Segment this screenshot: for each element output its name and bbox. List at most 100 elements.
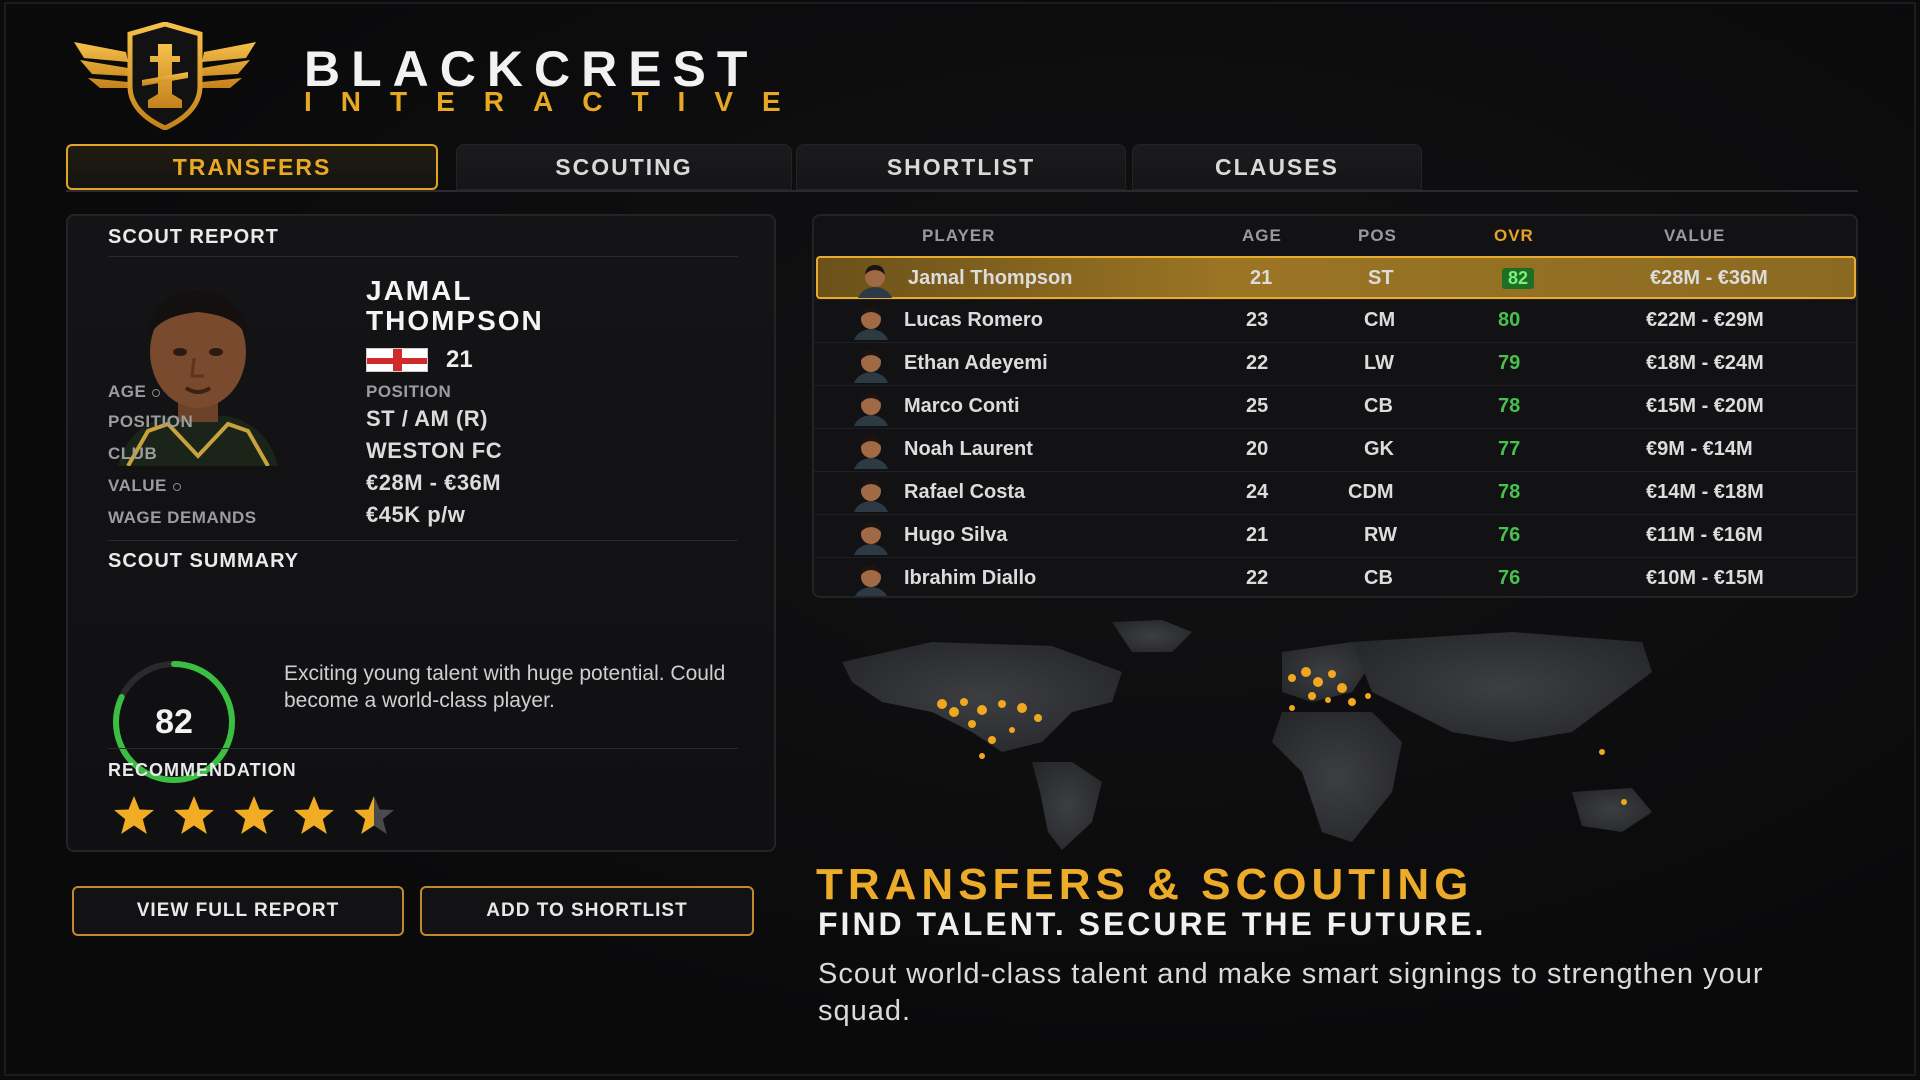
player-avatar-icon bbox=[854, 393, 888, 426]
add-to-shortlist-button[interactable]: ADD TO SHORTLIST bbox=[420, 886, 754, 936]
tab-transfers[interactable]: TRANSFERS bbox=[66, 144, 438, 190]
value-value: €28M - €36M bbox=[366, 470, 502, 495]
player-avatar-icon bbox=[854, 565, 888, 596]
player-name-cell: Jamal Thompson bbox=[908, 267, 1073, 289]
value-label-text: VALUE bbox=[108, 476, 167, 495]
scout-summary-heading: SCOUT SUMMARY bbox=[108, 550, 300, 572]
wage-label: WAGE DEMANDS bbox=[108, 508, 257, 527]
greenland-shape bbox=[1112, 620, 1192, 652]
table-row[interactable]: Marco Conti 25 CB 78 €15M - €20M bbox=[814, 385, 1856, 428]
player-avatar-icon bbox=[854, 436, 888, 469]
tab-shortlist[interactable]: SHORTLIST bbox=[796, 144, 1126, 190]
age-cell: 21 bbox=[1250, 267, 1273, 289]
star-icon bbox=[174, 796, 214, 834]
player-avatar-icon bbox=[854, 479, 888, 512]
value-cell: €14M - €18M bbox=[1646, 481, 1764, 503]
player-name-cell: Rafael Costa bbox=[904, 481, 1026, 503]
age-label: AGE bbox=[108, 382, 161, 402]
info-icon bbox=[172, 482, 181, 491]
recommendation-stars bbox=[112, 794, 396, 836]
ovr-cell: 77 bbox=[1498, 438, 1521, 460]
table-row[interactable]: Hugo Silva 21 RW 76 €11M - €16M bbox=[814, 514, 1856, 557]
player-avatar-icon bbox=[854, 522, 888, 555]
column-header-ovr: OVR bbox=[1494, 226, 1534, 245]
player-name-cell: Hugo Silva bbox=[904, 524, 1008, 546]
player-first-name: JAMAL bbox=[366, 275, 473, 306]
scouting-world-map bbox=[842, 620, 1652, 850]
pos-cell: CB bbox=[1364, 567, 1393, 589]
column-header-value: VALUE bbox=[1664, 226, 1726, 245]
value-label: VALUE bbox=[108, 476, 181, 496]
value-cell: €28M - €36M bbox=[1650, 267, 1768, 289]
value-cell: €11M - €16M bbox=[1646, 524, 1763, 546]
pos-cell: CM bbox=[1364, 309, 1396, 331]
value-cell: €10M - €15M bbox=[1646, 567, 1764, 589]
position-header-label: POSITION bbox=[366, 382, 452, 401]
table-row[interactable]: Ibrahim Diallo 22 CB 76 €10M - €15M bbox=[814, 557, 1856, 596]
pos-cell: ST bbox=[1368, 267, 1394, 289]
scout-report-panel: SCOUT REPORT JAMAL THOMPSON 21 AGE POSIT… bbox=[66, 214, 776, 852]
marketing-description: Scout world-class talent and make smart … bbox=[818, 958, 1764, 1027]
column-header-pos: POS bbox=[1358, 226, 1397, 245]
ovr-cell: 78 bbox=[1498, 481, 1521, 503]
player-name: JAMAL THOMPSON bbox=[366, 276, 666, 336]
north-america-shape bbox=[842, 642, 1122, 752]
pos-cell: GK bbox=[1364, 438, 1394, 460]
england-flag-icon bbox=[366, 348, 428, 372]
player-last-name: THOMPSON bbox=[366, 305, 544, 336]
table-row[interactable]: Noah Laurent 20 GK 77 €9M - €14M bbox=[814, 428, 1856, 471]
player-name-cell: Ethan Adeyemi bbox=[904, 352, 1048, 374]
age-cell: 22 bbox=[1246, 567, 1269, 589]
age-cell: 20 bbox=[1246, 438, 1269, 460]
tab-clauses[interactable]: CLAUSES bbox=[1132, 144, 1422, 190]
star-icon bbox=[354, 796, 394, 834]
pos-cell: RW bbox=[1364, 524, 1397, 546]
tab-scouting[interactable]: SCOUTING bbox=[456, 144, 792, 190]
ovr-cell: 78 bbox=[1498, 395, 1521, 417]
ovr-cell: 76 bbox=[1498, 567, 1521, 589]
recommendation-heading: RECOMMENDATION bbox=[108, 760, 297, 780]
main-tabs: TRANSFERS SCOUTING SHORTLIST CLAUSES bbox=[66, 144, 1858, 192]
pos-cell: CDM bbox=[1348, 481, 1394, 503]
player-avatar-icon bbox=[854, 307, 888, 340]
star-icon bbox=[114, 796, 154, 834]
star-icon bbox=[234, 796, 274, 834]
asia-shape bbox=[1352, 632, 1652, 742]
value-cell: €15M - €20M bbox=[1646, 395, 1764, 417]
player-portrait bbox=[118, 290, 278, 466]
age-label-text: AGE bbox=[108, 382, 147, 401]
player-name-cell: Lucas Romero bbox=[904, 309, 1043, 331]
scout-report-heading: SCOUT REPORT bbox=[108, 226, 279, 248]
info-icon bbox=[152, 388, 161, 397]
star-icon bbox=[294, 796, 334, 834]
player-name-cell: Marco Conti bbox=[904, 395, 1020, 417]
age-cell: 21 bbox=[1246, 524, 1269, 546]
club-value: WESTON FC bbox=[366, 438, 503, 463]
marketing-subtitle: FIND TALENT. SECURE THE FUTURE. bbox=[818, 906, 1487, 942]
column-header-player: PLAYER bbox=[922, 226, 996, 245]
pos-cell: LW bbox=[1364, 352, 1394, 374]
ovr-cell: 76 bbox=[1498, 524, 1521, 546]
ovr-cell: 79 bbox=[1498, 352, 1521, 374]
age-cell: 22 bbox=[1246, 352, 1269, 374]
value-cell: €9M - €14M bbox=[1646, 438, 1753, 460]
brand-subtitle: INTERACTIVE bbox=[304, 86, 810, 117]
ovr-cell: 80 bbox=[1498, 309, 1521, 331]
player-name-cell: Noah Laurent bbox=[904, 438, 1033, 460]
table-row[interactable]: Rafael Costa 24 CDM 78 €14M - €18M bbox=[814, 471, 1856, 514]
table-row[interactable]: Jamal Thompson 21 ST 82 €28M - €36M bbox=[816, 256, 1856, 299]
position-label: POSITION bbox=[108, 412, 194, 431]
position-value: ST / AM (R) bbox=[366, 406, 488, 431]
age-cell: 23 bbox=[1246, 309, 1269, 331]
column-header-age: AGE bbox=[1242, 226, 1282, 245]
africa-shape bbox=[1272, 712, 1402, 842]
value-cell: €22M - €29M bbox=[1646, 309, 1764, 331]
wage-value: €45K p/w bbox=[366, 502, 466, 527]
table-row[interactable]: Ethan Adeyemi 22 LW 79 €18M - €24M bbox=[814, 342, 1856, 385]
view-full-report-button[interactable]: VIEW FULL REPORT bbox=[72, 886, 404, 936]
player-avatar-icon bbox=[854, 350, 888, 383]
table-row[interactable]: Lucas Romero 23 CM 80 €22M - €29M bbox=[814, 299, 1856, 342]
player-age: 21 bbox=[446, 346, 473, 373]
player-table: PLAYER AGE POS OVR VALUE Jamal Thompson 2… bbox=[812, 214, 1858, 598]
pos-cell: CB bbox=[1364, 395, 1393, 417]
